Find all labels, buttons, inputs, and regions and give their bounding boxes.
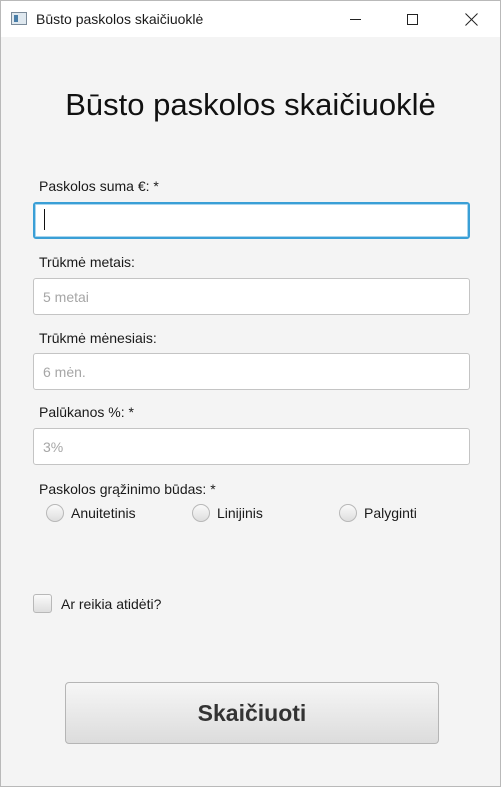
radio-label: Linijinis	[217, 505, 263, 521]
deferral-option[interactable]: Ar reikia atidėti?	[33, 594, 161, 613]
radio-circle[interactable]	[46, 504, 64, 522]
repayment-radio-group: Anuitetinis Linijinis Palyginti	[1, 504, 500, 528]
close-icon	[465, 13, 478, 26]
calculate-button[interactable]: Skaičiuoti	[65, 682, 439, 744]
repayment-label: Paskolos grąžinimo būdas: *	[39, 481, 216, 497]
interest-label: Palūkanos %: *	[39, 404, 134, 420]
page-title: Būsto paskolos skaičiuoklė	[65, 87, 436, 122]
months-label: Trūkmė mėnesiais:	[39, 330, 157, 346]
radio-annuity[interactable]: Anuitetinis	[46, 504, 136, 522]
years-input[interactable]	[33, 278, 470, 315]
radio-circle[interactable]	[339, 504, 357, 522]
radio-circle[interactable]	[192, 504, 210, 522]
radio-label: Palyginti	[364, 505, 417, 521]
app-icon	[11, 12, 27, 25]
radio-compare[interactable]: Palyginti	[339, 504, 417, 522]
window-title: Būsto paskolos skaičiuoklė	[36, 11, 204, 27]
minimize-icon	[349, 18, 361, 20]
maximize-icon	[406, 13, 418, 25]
radio-label: Anuitetinis	[71, 505, 136, 521]
deferral-label: Ar reikia atidėti?	[61, 595, 162, 612]
app-window: Būsto paskolos skaičiuoklė Būsto paskolo…	[0, 0, 501, 787]
months-input[interactable]	[33, 353, 470, 390]
deferral-checkbox[interactable]	[33, 594, 52, 613]
interest-input[interactable]	[33, 428, 470, 465]
amount-input[interactable]	[33, 202, 470, 239]
radio-linear[interactable]: Linijinis	[192, 504, 263, 522]
amount-label: Paskolos suma €: *	[39, 178, 159, 194]
title-bar[interactable]: Būsto paskolos skaičiuoklė	[1, 1, 500, 37]
minimize-button[interactable]	[332, 1, 378, 37]
years-label: Trūkmė metais:	[39, 254, 135, 270]
close-button[interactable]	[448, 1, 494, 37]
maximize-button[interactable]	[389, 1, 435, 37]
text-cursor	[44, 209, 45, 230]
